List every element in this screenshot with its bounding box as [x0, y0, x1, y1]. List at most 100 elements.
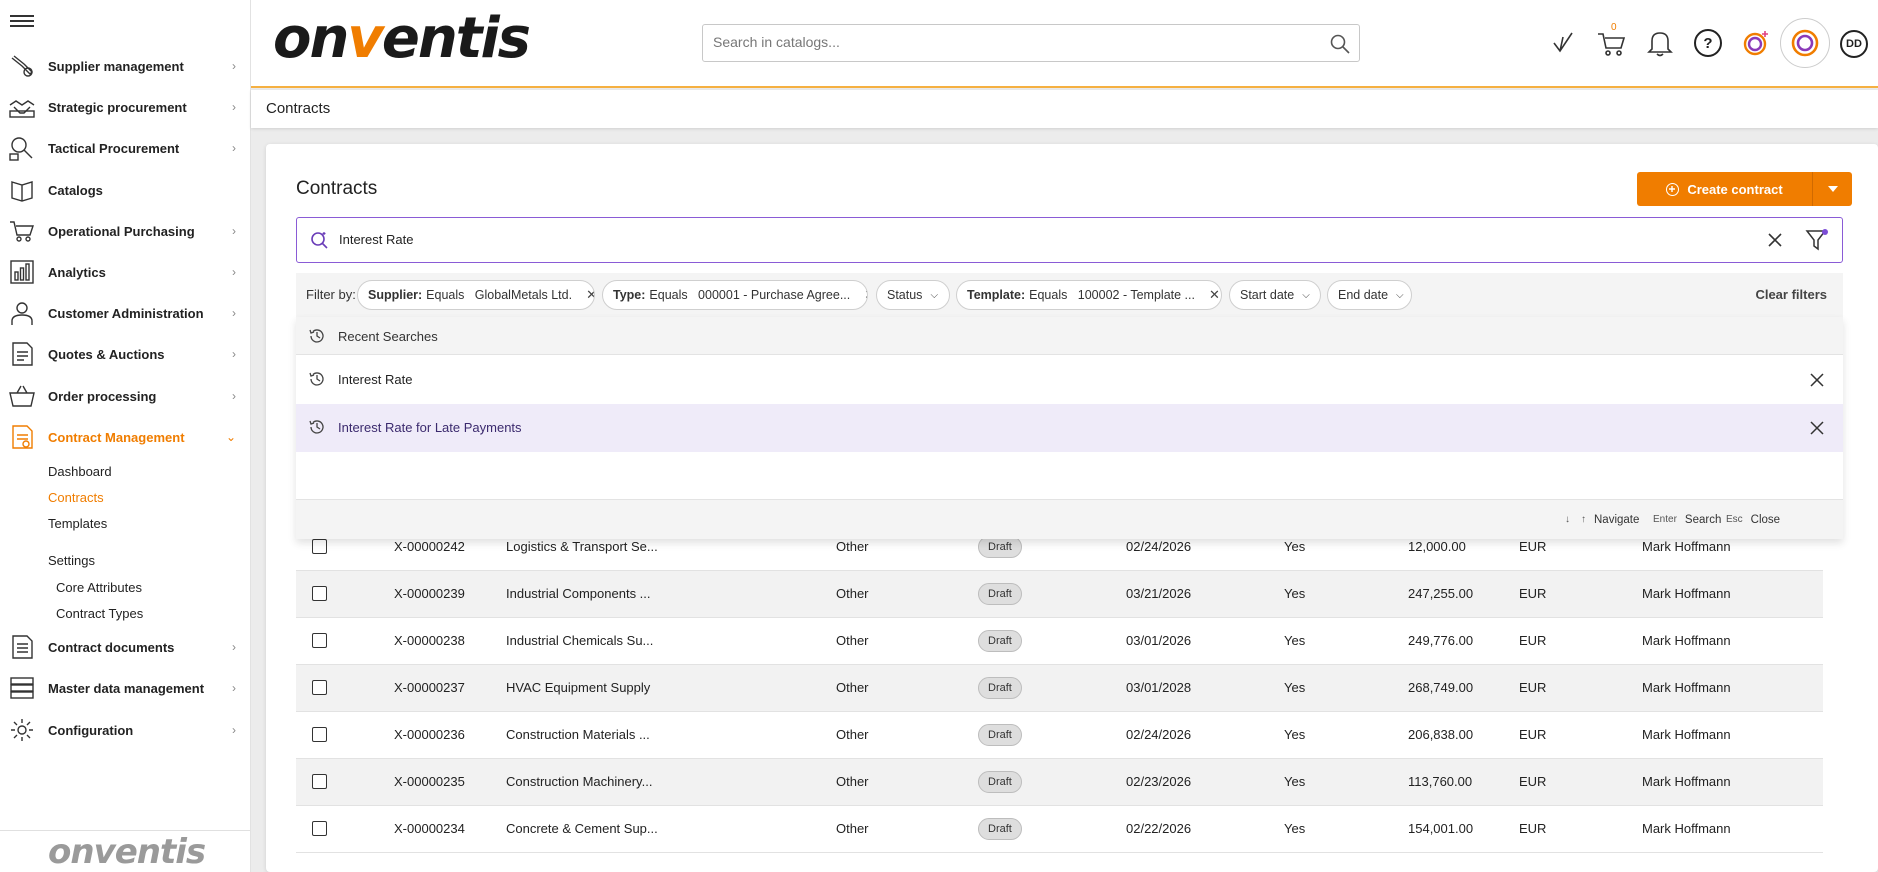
- cell-end-date: 02/23/2026: [1126, 774, 1192, 789]
- row-checkbox[interactable]: [312, 821, 327, 836]
- close-icon[interactable]: ✕: [1209, 287, 1220, 303]
- table-row[interactable]: X-00000238 Industrial Chemicals Su... Othe…: [296, 618, 1823, 665]
- sidebar-sub-settings: Settings: [48, 553, 95, 568]
- row-checkbox[interactable]: [312, 633, 327, 648]
- table-row[interactable]: X-00000237 HVAC Equipment Supply Other 03/0…: [296, 665, 1823, 712]
- sidebar-sub-templates[interactable]: Templates: [48, 516, 107, 531]
- sidebar-item-label: Supplier management: [48, 58, 184, 74]
- recent-search-item[interactable]: Interest Rate: [296, 356, 1843, 404]
- arrow-down-icon: ↓: [1565, 514, 1570, 525]
- approvals-button[interactable]: [1546, 24, 1580, 62]
- sidebar-item-tactical-procurement[interactable]: Tactical Procurement ›: [0, 128, 250, 168]
- chevron-down-icon[interactable]: ⌵: [1396, 290, 1404, 301]
- contract-search-value[interactable]: Interest Rate: [339, 232, 413, 247]
- close-icon[interactable]: [1809, 372, 1825, 388]
- recent-search-item[interactable]: Interest Rate for Late Payments: [296, 404, 1843, 452]
- chevron-right-icon: ›: [232, 141, 236, 155]
- filter-icon[interactable]: [1804, 227, 1830, 253]
- chevron-down-icon[interactable]: ⌵: [1302, 290, 1310, 301]
- sidebar-item-quotes-auctions[interactable]: Quotes & Auctions ›: [0, 334, 250, 374]
- close-icon[interactable]: [1764, 229, 1786, 251]
- sidebar-item-customer-administration[interactable]: Customer Administration ›: [0, 293, 250, 333]
- sidebar-item-contract-documents[interactable]: Contract documents ›: [0, 627, 250, 667]
- row-checkbox[interactable]: [312, 539, 327, 554]
- help-button[interactable]: ?: [1691, 24, 1725, 62]
- avatar[interactable]: DD: [1840, 30, 1868, 58]
- brand-logo[interactable]: onventis: [273, 6, 531, 71]
- table-row[interactable]: X-00000239 Industrial Components ... Other…: [296, 571, 1823, 618]
- filter-chip-supplier[interactable]: Supplier:Equals GlobalMetals Ltd. ✕⌵: [357, 280, 595, 310]
- filter-chip-type[interactable]: Type:Equals 000001 - Purchase Agree... ✕…: [602, 280, 868, 310]
- search-icon[interactable]: [1329, 33, 1351, 55]
- row-checkbox[interactable]: [312, 774, 327, 789]
- recent-searches-label: Recent Searches: [338, 329, 438, 344]
- chevron-right-icon: ›: [232, 723, 236, 737]
- filter-chip-start-date[interactable]: Start date ⌵: [1229, 280, 1321, 310]
- sidebar-item-operational-purchasing[interactable]: Operational Purchasing ›: [0, 211, 250, 251]
- sidebar-item-order-processing[interactable]: Order processing ›: [0, 376, 250, 416]
- close-icon[interactable]: ✕: [864, 287, 867, 303]
- sidebar-sub-contract-types[interactable]: Contract Types: [56, 606, 143, 621]
- sidebar-item-label: Configuration: [48, 722, 134, 738]
- filter-chip-status[interactable]: Status ⌵: [876, 280, 950, 310]
- chevron-right-icon: ›: [232, 306, 236, 320]
- ai-ring-button[interactable]: [1780, 18, 1830, 68]
- menu-icon[interactable]: [10, 12, 34, 30]
- cell-type: Other: [836, 633, 869, 648]
- row-checkbox[interactable]: [312, 586, 327, 601]
- sidebar-sub-dashboard[interactable]: Dashboard: [48, 464, 112, 479]
- document-icon: [12, 342, 33, 366]
- sidebar-item-supplier-management[interactable]: Supplier management ›: [0, 46, 250, 86]
- clear-filters-button[interactable]: Clear filters: [1755, 287, 1827, 302]
- table-row[interactable]: X-00000235 Construction Machinery... Other…: [296, 759, 1823, 806]
- chevron-right-icon: ›: [232, 681, 236, 695]
- chip-value: End date: [1338, 288, 1389, 302]
- recent-search-text: Interest Rate: [338, 372, 413, 387]
- status-badge: Draft: [978, 677, 1022, 699]
- sidebar-item-catalogs[interactable]: Catalogs: [0, 170, 250, 210]
- ai-assistant-button[interactable]: [1739, 24, 1773, 62]
- cell-owner: Mark Hoffmann: [1642, 539, 1731, 554]
- row-checkbox[interactable]: [312, 680, 327, 695]
- status-badge: Draft: [978, 771, 1022, 793]
- chip-value: Equals 000001 - Purchase Agree...: [649, 288, 851, 302]
- table-row[interactable]: X-00000234 Concrete & Cement Sup... Other 0…: [296, 806, 1823, 853]
- bell-icon: [1647, 32, 1673, 57]
- sidebar-item-contract-management[interactable]: Contract Management ⌄: [0, 417, 250, 457]
- row-checkbox[interactable]: [312, 727, 327, 742]
- cell-owner: Mark Hoffmann: [1642, 680, 1731, 695]
- person-icon: [11, 302, 33, 325]
- chevron-right-icon: ›: [232, 389, 236, 403]
- cell-currency: EUR: [1519, 633, 1547, 648]
- contract-search[interactable]: Interest Rate: [296, 217, 1843, 263]
- sidebar-item-analytics[interactable]: Analytics ›: [0, 252, 250, 292]
- sidebar: Supplier management › Strategic procurem…: [0, 0, 251, 872]
- notifications-button[interactable]: [1643, 24, 1677, 62]
- catalog-search-input[interactable]: [713, 34, 1313, 50]
- create-contract-button[interactable]: Create contract: [1637, 172, 1812, 206]
- chevron-down-icon[interactable]: ⌵: [930, 290, 938, 301]
- create-contract-group: Create contract: [1637, 172, 1852, 206]
- sidebar-item-label: Contract documents: [48, 639, 175, 655]
- table-row[interactable]: X-00000236 Construction Materials ... Othe…: [296, 712, 1823, 759]
- filter-chip-template[interactable]: Template:Equals 100002 - Template ... ✕⌵: [956, 280, 1222, 310]
- search-label: Search: [1684, 513, 1722, 526]
- cell-contract-id: X-00000238: [394, 633, 465, 648]
- sidebar-item-master-data-management[interactable]: Master data management ›: [0, 668, 250, 708]
- cart-button[interactable]: 0: [1595, 22, 1629, 62]
- cell-flag: Yes: [1284, 539, 1306, 554]
- close-icon[interactable]: [1809, 420, 1825, 436]
- sidebar-item-configuration[interactable]: Configuration ›: [0, 710, 250, 750]
- cell-end-date: 02/24/2026: [1126, 727, 1192, 742]
- chip-key: Type:: [613, 288, 646, 302]
- sidebar-sub-core-attributes[interactable]: Core Attributes: [56, 580, 142, 595]
- supplier-icon: [11, 55, 33, 77]
- sidebar-sub-contracts[interactable]: Contracts: [48, 490, 104, 505]
- sidebar-item-strategic-procurement[interactable]: Strategic procurement ›: [0, 87, 250, 127]
- cell-flag: Yes: [1284, 680, 1306, 695]
- filter-chip-end-date[interactable]: End date ⌵: [1327, 280, 1412, 310]
- cart-icon: [1598, 33, 1626, 56]
- cell-amount: 154,001.00: [1408, 821, 1474, 836]
- close-icon[interactable]: ✕: [586, 287, 594, 303]
- create-contract-dropdown[interactable]: [1812, 172, 1852, 206]
